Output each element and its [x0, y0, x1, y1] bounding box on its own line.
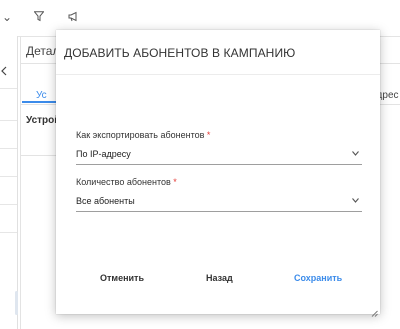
- back-button[interactable]: Назад: [206, 273, 233, 283]
- megaphone-icon[interactable]: [68, 11, 80, 25]
- chevron-down-icon[interactable]: [352, 149, 359, 158]
- add-subscribers-dialog: ДОБАВИТЬ АБОНЕНТОВ В КАМПАНИЮ Как экспор…: [56, 30, 380, 317]
- save-button[interactable]: Сохранить: [294, 273, 342, 283]
- export-method-label: Как экспортировать абонентов *: [76, 130, 211, 140]
- back-arrow-icon[interactable]: [0, 64, 10, 79]
- subscriber-count-label: Количество абонентов *: [76, 177, 177, 187]
- resize-handle[interactable]: [15, 291, 18, 315]
- export-method-value: По IP-адресу: [76, 149, 131, 159]
- chevron-down-icon[interactable]: [352, 196, 359, 205]
- subscriber-count-select[interactable]: Все абоненты: [76, 193, 362, 212]
- resize-grip-icon[interactable]: [370, 304, 378, 317]
- dialog-title: ДОБАВИТЬ АБОНЕНТОВ В КАМПАНИЮ: [64, 46, 296, 60]
- tab-left[interactable]: Ус: [36, 90, 47, 101]
- left-column: [0, 36, 18, 329]
- chevron-down-icon[interactable]: ⌄: [2, 10, 12, 24]
- cancel-button[interactable]: Отменить: [100, 273, 144, 283]
- divider: [56, 74, 380, 75]
- export-method-select[interactable]: По IP-адресу: [76, 146, 362, 165]
- subscriber-count-value: Все абоненты: [76, 196, 135, 206]
- filter-icon[interactable]: [33, 11, 45, 25]
